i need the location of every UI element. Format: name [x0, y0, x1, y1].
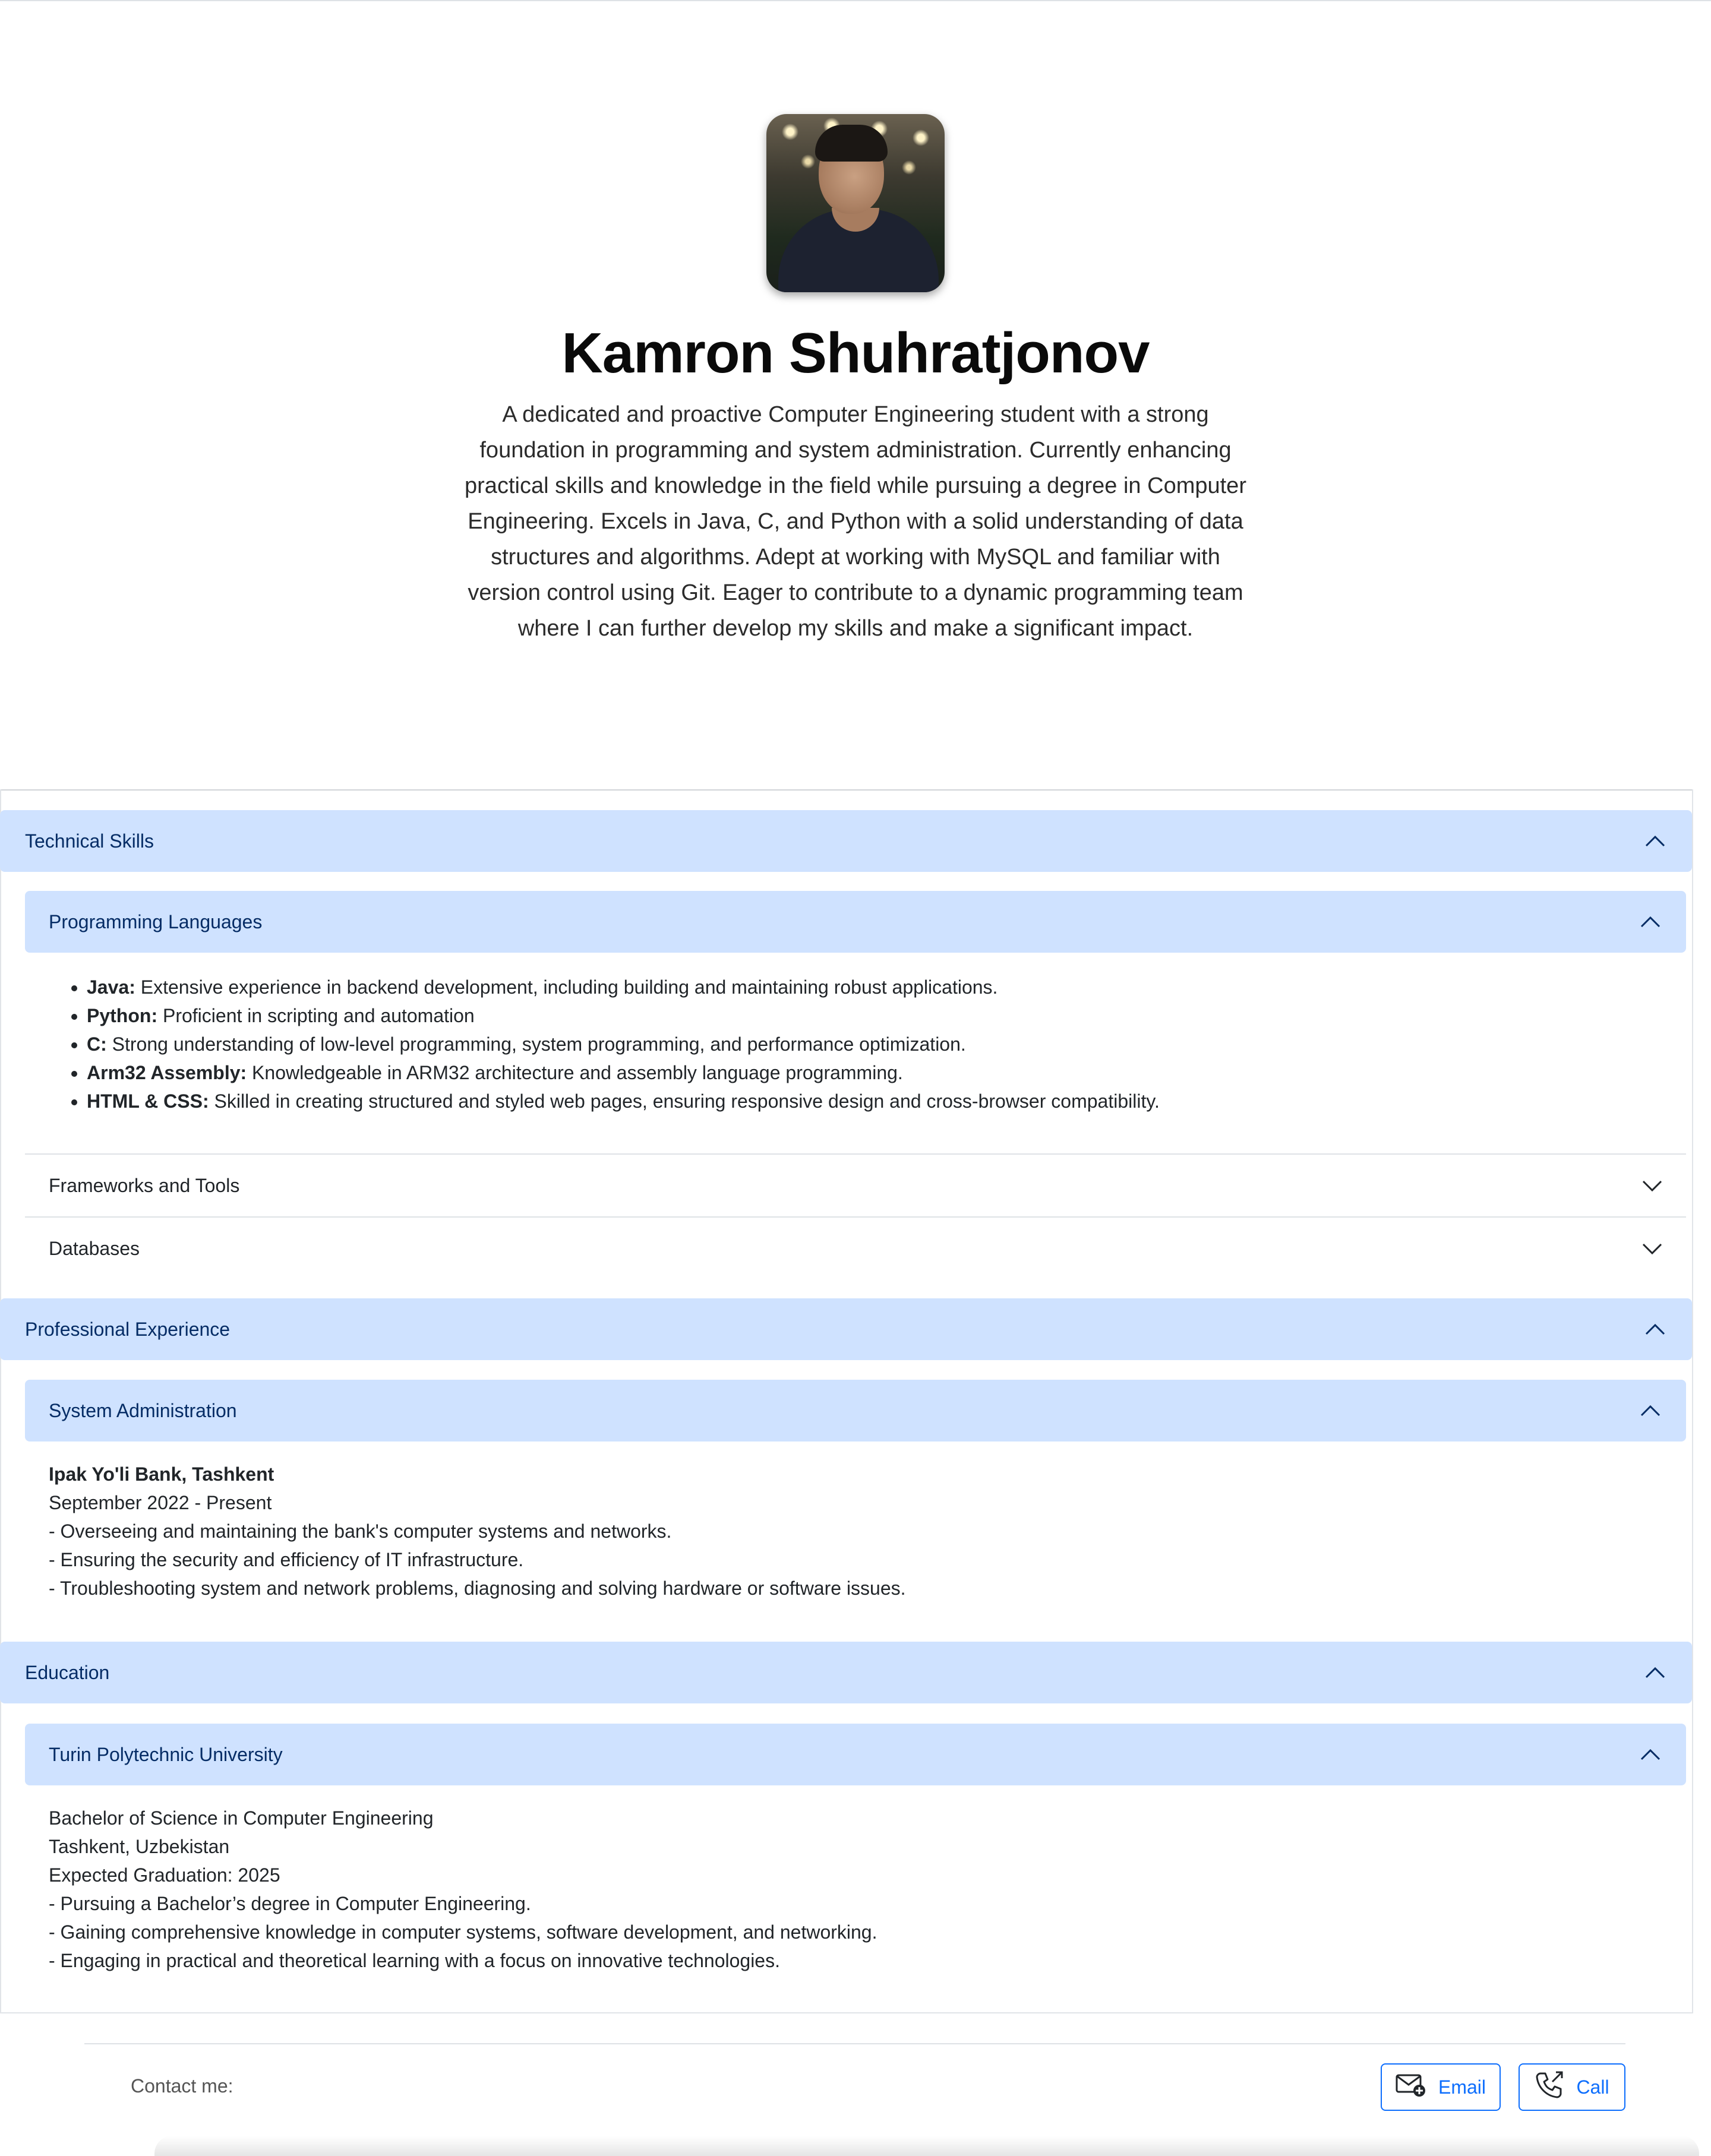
- call-label: Call: [1576, 2076, 1609, 2098]
- call-button[interactable]: Call: [1519, 2063, 1625, 2111]
- employment-period: September 2022 - Present: [49, 1492, 272, 1513]
- chevron-up-icon: [1639, 1743, 1662, 1766]
- profile-photo: [766, 114, 945, 292]
- chevron-up-icon: [1643, 1661, 1667, 1684]
- accordion-title: Programming Languages: [49, 911, 263, 932]
- degree-line: Bachelor of Science in Computer Engineer…: [49, 1807, 434, 1829]
- duty-line: - Ensuring the security and efficiency o…: [49, 1549, 524, 1570]
- chevron-up-icon: [1643, 829, 1667, 853]
- chevron-up-icon: [1643, 1317, 1667, 1341]
- list-item: Python: Proficient in scripting and auto…: [87, 1001, 1160, 1030]
- location-line: Tashkent, Uzbekistan: [49, 1836, 230, 1857]
- accordion-system-administration[interactable]: System Administration: [25, 1380, 1686, 1441]
- accordion-education[interactable]: Education: [0, 1642, 1692, 1703]
- accordion-title: Turin Polytechnic University: [49, 1743, 283, 1765]
- accordion-title: Education: [25, 1661, 110, 1683]
- accordion-frameworks-tools[interactable]: Frameworks and Tools: [25, 1153, 1686, 1216]
- list-item: C: Strong understanding of low-level pro…: [87, 1030, 1160, 1058]
- accordion-title: Professional Experience: [25, 1318, 231, 1340]
- accordion-professional-experience[interactable]: Professional Experience: [0, 1298, 1692, 1360]
- list-item: HTML & CSS: Skilled in creating structur…: [87, 1087, 1160, 1115]
- profile-bio: A dedicated and proactive Computer Engin…: [465, 402, 1246, 641]
- accordion-border-left: [0, 789, 1, 2013]
- programming-languages-list: Java: Extensive experience in backend de…: [87, 973, 1160, 1115]
- page-bottom-shadow: [154, 2136, 1699, 2156]
- list-item: Arm32 Assembly: Knowledgeable in ARM32 a…: [87, 1058, 1160, 1087]
- envelope-plus-icon: [1396, 2072, 1426, 2103]
- list-item: Java: Extensive experience in backend de…: [87, 973, 1160, 1001]
- profile-name: Kamron Shuhratjonov: [561, 321, 1150, 385]
- duty-line: - Overseeing and maintaining the bank's …: [49, 1520, 672, 1542]
- accordion-border-bottom: [0, 2012, 1693, 2013]
- accordion-title: Frameworks and Tools: [49, 1174, 240, 1196]
- accordion-border-right: [1692, 789, 1693, 2013]
- email-button[interactable]: Email: [1381, 2063, 1501, 2111]
- chevron-up-icon: [1639, 910, 1662, 934]
- chevron-down-icon: [1642, 1175, 1662, 1197]
- accordion-turin-polytechnic[interactable]: Turin Polytechnic University: [25, 1724, 1686, 1785]
- phone-outgoing-icon: [1535, 2070, 1564, 2104]
- accordion-technical-skills[interactable]: Technical Skills: [0, 810, 1692, 872]
- company-name: Ipak Yo'li Bank, Tashkent: [49, 1463, 274, 1485]
- experience-details: Ipak Yo'li Bank, Tashkent September 2022…: [49, 1460, 906, 1602]
- education-bullet: - Gaining comprehensive knowledge in com…: [49, 1921, 877, 1943]
- accordion-title: Technical Skills: [25, 830, 154, 852]
- education-bullet: - Engaging in practical and theoretical …: [49, 1950, 780, 1971]
- education-bullet: - Pursuing a Bachelor’s degree in Comput…: [49, 1893, 531, 1914]
- contact-label: Contact me:: [131, 2075, 233, 2097]
- duty-line: - Troubleshooting system and network pro…: [49, 1578, 906, 1599]
- chevron-up-icon: [1639, 1399, 1662, 1422]
- graduation-line: Expected Graduation: 2025: [49, 1864, 280, 1886]
- email-label: Email: [1438, 2076, 1486, 2098]
- chevron-down-icon: [1642, 1238, 1662, 1260]
- accordion-programming-languages[interactable]: Programming Languages: [25, 891, 1686, 953]
- accordion-title: System Administration: [49, 1399, 237, 1421]
- top-divider: [0, 0, 1711, 1]
- education-details: Bachelor of Science in Computer Engineer…: [49, 1804, 877, 1975]
- accordion-title: Databases: [49, 1237, 140, 1259]
- hero-divider: [0, 789, 1692, 791]
- accordion-databases[interactable]: Databases: [25, 1216, 1686, 1279]
- footer-divider: [84, 2043, 1625, 2044]
